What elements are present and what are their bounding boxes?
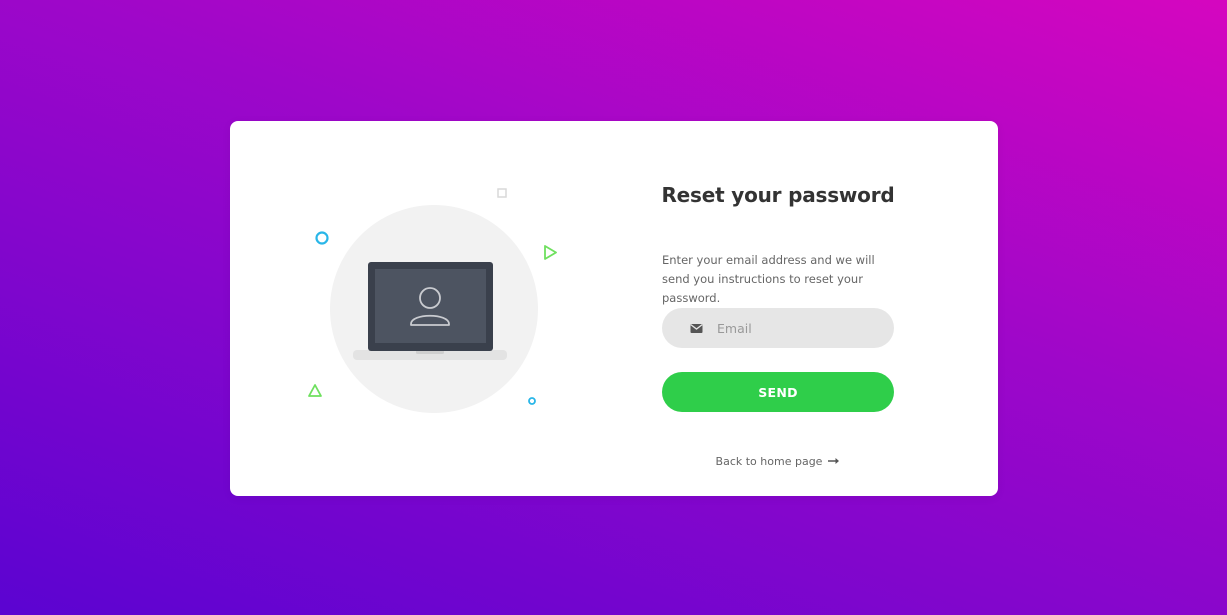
email-input[interactable] [715,319,879,337]
square-icon [497,188,507,198]
arrow-right-icon [828,454,840,468]
laptop-screen [375,269,486,343]
email-field[interactable] [662,308,894,348]
small-blue-ring-icon [528,397,536,405]
reset-form-pane: Reset your password Enter your email add… [661,121,894,496]
send-button[interactable]: SEND [662,372,894,412]
envelope-icon [689,321,703,335]
blue-ring-icon [315,231,329,245]
reset-password-card: Reset your password Enter your email add… [230,121,998,496]
triangle-icon [308,384,322,397]
illustration [230,121,630,496]
back-to-home-label: Back to home page [715,455,823,468]
instructions-text: Enter your email address and we will sen… [662,253,875,305]
page-title: Reset your password [661,183,895,207]
play-triangle-icon [544,245,557,260]
laptop-illustration [308,188,557,413]
back-to-home-link[interactable]: Back to home page [662,454,894,468]
